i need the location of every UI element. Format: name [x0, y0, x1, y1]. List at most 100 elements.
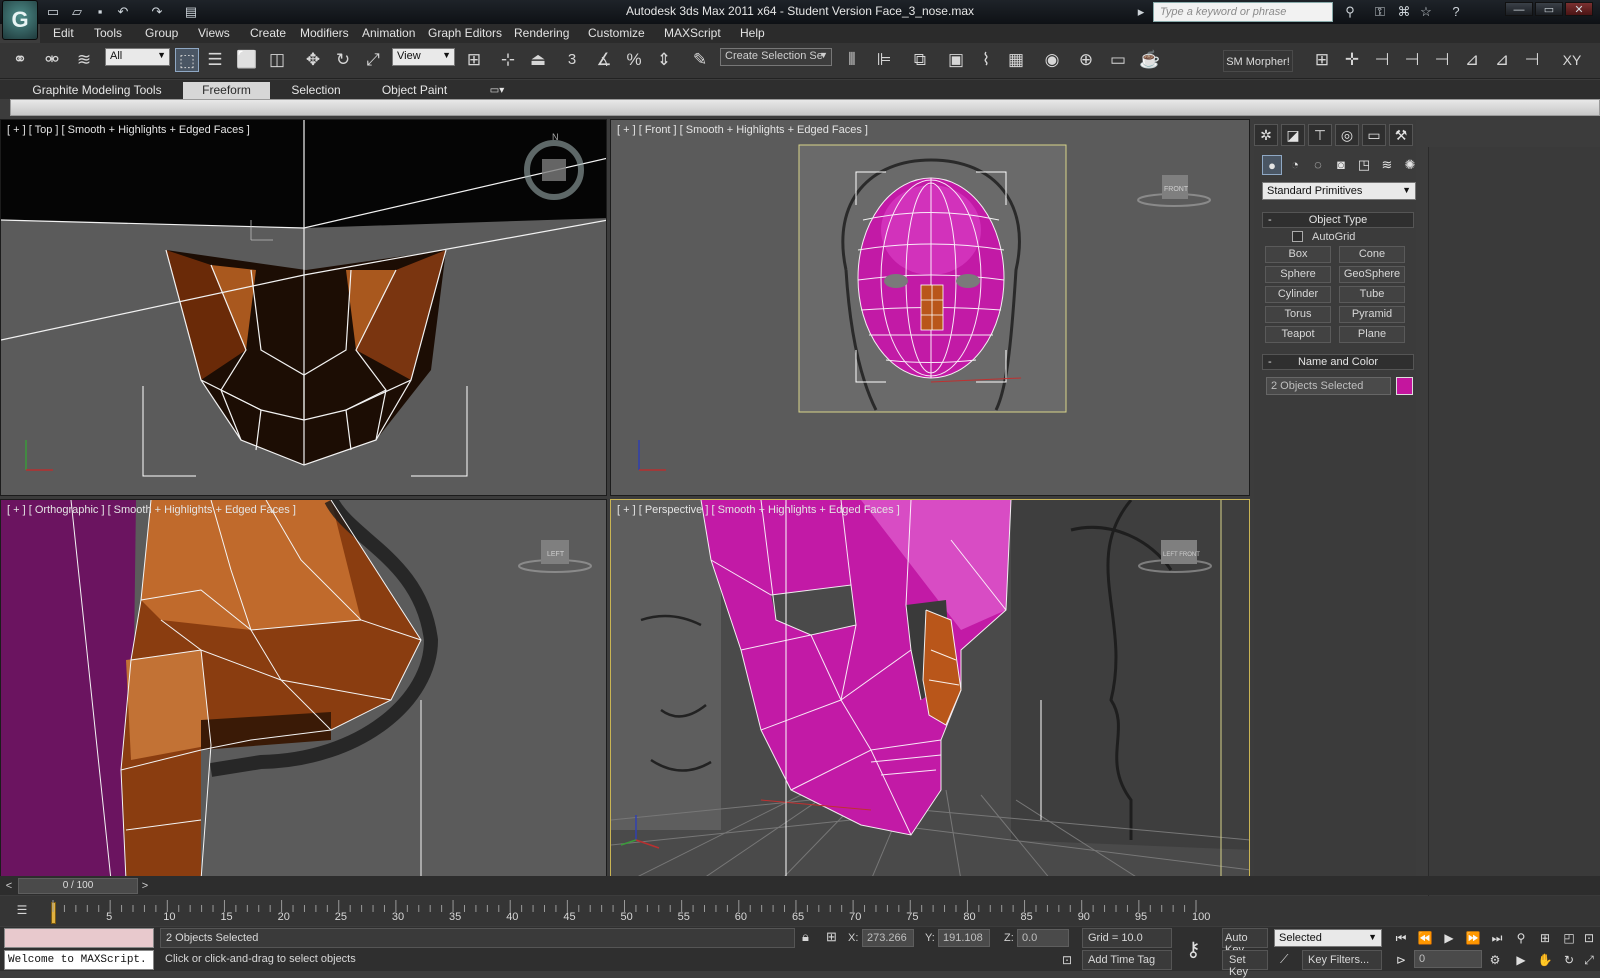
cone-button[interactable]: Cone	[1339, 246, 1405, 263]
space-warps-icon[interactable]: ≋	[1377, 155, 1397, 175]
rendered-frame-window-icon[interactable]: ▭	[1106, 48, 1130, 72]
time-slider-prev-icon[interactable]: <	[2, 878, 16, 894]
infocenter-arrow-icon[interactable]: ▸	[1131, 3, 1151, 21]
reference-coordinate-dropdown[interactable]: View ▼	[392, 48, 455, 66]
lights-icon[interactable]: ◌	[1308, 155, 1328, 175]
snaps-toggle-icon[interactable]: 3	[560, 48, 584, 72]
viewport-orthographic[interactable]: [ + ] [ Orthographic ] [ Smooth + Highli…	[0, 499, 607, 879]
tab-selection[interactable]: Selection	[282, 82, 350, 99]
link-icon[interactable]: ⚭	[8, 48, 32, 72]
object-type-rollout[interactable]: - Object Type	[1262, 212, 1414, 228]
zoom-icon[interactable]: ⚲	[1510, 928, 1532, 948]
selection-filter-dropdown[interactable]: All ▼	[105, 48, 170, 66]
select-by-name-icon[interactable]: ☰	[203, 48, 227, 72]
auto-key-button[interactable]: Auto Key	[1222, 928, 1268, 956]
scale-icon[interactable]: ⤢	[361, 48, 385, 72]
edit-named-selection-icon[interactable]: ✎	[688, 48, 712, 72]
field-of-view-icon[interactable]: ▶	[1510, 950, 1532, 970]
default-tangents-icon[interactable]: ⟋	[1280, 952, 1288, 967]
layer-manager-icon[interactable]: ⧉	[908, 48, 932, 72]
menu-edit[interactable]: Edit	[53, 26, 74, 42]
motion-panel-icon[interactable]: ◎	[1335, 124, 1359, 146]
minimize-button[interactable]: —	[1505, 2, 1533, 16]
current-frame-field[interactable]: 0	[1414, 950, 1482, 968]
select-object-icon[interactable]: ⬚	[175, 48, 199, 72]
absolute-mode-icon[interactable]: ⊞	[826, 929, 837, 945]
schematic-view-icon[interactable]: ▦	[1004, 48, 1028, 72]
menu-tools[interactable]: Tools	[94, 26, 122, 42]
selection-lock-icon[interactable]: 🔒︎	[802, 929, 809, 945]
extra-tool-2-icon[interactable]: ✛	[1340, 48, 1364, 72]
go-to-start-icon[interactable]: ⏮	[1390, 928, 1412, 948]
spinner-snap-icon[interactable]: ⇕	[652, 48, 676, 72]
favorites-star-icon[interactable]: ☆	[1416, 3, 1436, 21]
viewport-front[interactable]: [ + ] [ Front ] [ Smooth + Highlights + …	[610, 119, 1250, 496]
extra-tool-4-icon[interactable]: ⊣	[1400, 48, 1424, 72]
menu-graph-editors[interactable]: Graph Editors	[428, 26, 502, 42]
menu-modifiers[interactable]: Modifiers	[300, 26, 349, 42]
tab-object-paint[interactable]: Object Paint	[372, 82, 457, 99]
menu-group[interactable]: Group	[145, 26, 178, 42]
sm-morpher-button[interactable]: SM Morpher!	[1223, 50, 1293, 72]
helpers-icon[interactable]: ◳	[1354, 155, 1374, 175]
zoom-all-icon[interactable]: ⊞	[1534, 928, 1556, 948]
align-icon[interactable]: ⊫	[872, 48, 896, 72]
hierarchy-panel-icon[interactable]: ⊤	[1308, 124, 1332, 146]
maxscript-listener-input[interactable]	[4, 928, 154, 948]
pan-icon[interactable]: ✋	[1534, 950, 1556, 970]
maxscript-listener-output[interactable]: Welcome to MAXScript.	[4, 950, 154, 970]
tab-freeform[interactable]: Freeform	[183, 82, 270, 99]
menu-animation[interactable]: Animation	[362, 26, 415, 42]
xy-constraint-icon[interactable]: XY	[1560, 48, 1584, 72]
extra-tool-6-icon[interactable]: ⊿	[1460, 48, 1484, 72]
go-to-end-icon[interactable]: ⏭	[1486, 928, 1508, 948]
orbit-icon[interactable]: ↻	[1558, 950, 1580, 970]
graphite-toggle-icon[interactable]: ▣	[944, 48, 968, 72]
zoom-extents-all-icon[interactable]: ⊡	[1578, 928, 1600, 948]
rectangular-selection-icon[interactable]: ⬜	[235, 48, 259, 72]
set-key-button[interactable]: Set Key	[1222, 950, 1268, 978]
keyboard-shortcut-override-icon[interactable]: ⏏	[526, 48, 550, 72]
set-keys-key-icon[interactable]: ⚷	[1186, 937, 1201, 962]
render-production-icon[interactable]: ☕	[1138, 48, 1162, 72]
bind-space-warp-icon[interactable]: ≋	[72, 48, 96, 72]
viewport-perspective-label[interactable]: [ + ] [ Perspective ] [ Smooth + Highlig…	[617, 504, 900, 516]
pivot-center-icon[interactable]: ⊞	[462, 48, 486, 72]
angle-snap-icon[interactable]: ∡	[592, 48, 616, 72]
viewport-top[interactable]: [ + ] [ Top ] [ Smooth + Highlights + Ed…	[0, 119, 607, 496]
systems-icon[interactable]: ✺	[1400, 155, 1420, 175]
y-coordinate-field[interactable]: 191.108	[938, 929, 990, 947]
select-and-manipulate-icon[interactable]: ⊹	[496, 48, 520, 72]
tab-graphite-modeling-tools[interactable]: Graphite Modeling Tools	[22, 82, 172, 99]
menu-views[interactable]: Views	[198, 26, 230, 42]
unlink-icon[interactable]: ⚮	[40, 48, 64, 72]
extra-tool-3-icon[interactable]: ⊣	[1370, 48, 1394, 72]
menu-help[interactable]: Help	[740, 26, 765, 42]
extra-tool-1-icon[interactable]: ⊞	[1310, 48, 1334, 72]
next-frame-icon[interactable]: ⏩	[1462, 928, 1484, 948]
extra-tool-8-icon[interactable]: ⊣	[1520, 48, 1544, 72]
play-icon[interactable]: ▶	[1438, 928, 1460, 948]
modify-panel-icon[interactable]: ◪	[1281, 124, 1305, 146]
menu-create[interactable]: Create	[250, 26, 286, 42]
pyramid-button[interactable]: Pyramid	[1339, 306, 1405, 323]
render-setup-icon[interactable]: ⊕	[1074, 48, 1098, 72]
box-button[interactable]: Box	[1265, 246, 1331, 263]
add-time-tag-button[interactable]: Add Time Tag	[1082, 950, 1172, 970]
maximize-viewport-icon[interactable]: ⤢	[1578, 950, 1600, 970]
object-category-dropdown[interactable]: Standard Primitives ▼	[1262, 182, 1416, 200]
binoculars-icon[interactable]: ⚲	[1340, 3, 1360, 21]
previous-frame-icon[interactable]: ⏪	[1414, 928, 1436, 948]
menu-rendering[interactable]: Rendering	[514, 26, 569, 42]
name-and-color-rollout[interactable]: - Name and Color	[1262, 354, 1414, 370]
zoom-extents-icon[interactable]: ◰	[1558, 928, 1580, 948]
time-slider-handle[interactable]: 0 / 100	[18, 878, 138, 894]
plane-button[interactable]: Plane	[1339, 326, 1405, 343]
close-button[interactable]: ✕	[1565, 2, 1593, 16]
ribbon-options-icon[interactable]: ▭▾	[484, 82, 510, 99]
key-mode-dropdown[interactable]: Selected ▼	[1274, 929, 1382, 947]
display-panel-icon[interactable]: ▭	[1362, 124, 1386, 146]
cylinder-button[interactable]: Cylinder	[1265, 286, 1331, 303]
z-coordinate-field[interactable]: 0.0	[1017, 929, 1069, 947]
mini-curve-editor-icon[interactable]: ☰	[12, 903, 32, 921]
